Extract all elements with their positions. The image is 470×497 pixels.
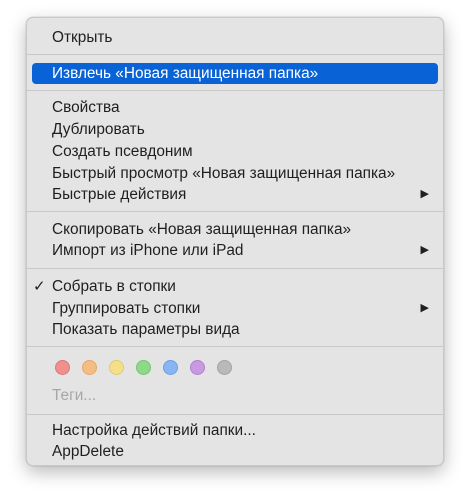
menu-item-copy[interactable]: Скопировать «Новая защищенная папка» [27,219,443,240]
menu-separator [27,268,443,269]
menu-item-label: Настройка действий папки... [52,422,256,439]
submenu-arrow-icon: ▶ [420,188,429,200]
tag-green-icon[interactable] [136,360,151,375]
menu-separator [27,211,443,212]
menu-item-eject[interactable]: Извлечь «Новая защищенная папка» [32,63,438,84]
menu-item-group-stacks[interactable]: Группировать стопки ▶ [27,298,443,319]
tag-red-icon[interactable] [55,360,70,375]
menu-item-properties[interactable]: Свойства [27,97,443,118]
menu-item-label: Создать псевдоним [52,143,193,160]
menu-separator [27,54,443,55]
menu-item-quick-actions[interactable]: Быстрые действия ▶ [27,184,443,205]
context-menu: Открыть Извлечь «Новая защищенная папка»… [26,17,444,466]
menu-item-show-view-options[interactable]: Показать параметры вида [27,319,443,340]
menu-item-label: Извлечь «Новая защищенная папка» [52,65,319,82]
menu-item-label: Свойства [52,99,120,116]
menu-separator [27,346,443,347]
menu-item-label: Группировать стопки [52,300,201,317]
checkmark-icon: ✓ [33,278,46,295]
menu-separator [27,90,443,91]
tag-blue-icon[interactable] [163,360,178,375]
menu-item-tags: Теги... [27,385,443,406]
menu-item-quick-look[interactable]: Быстрый просмотр «Новая защищенная папка… [27,163,443,184]
menu-item-label: AppDelete [52,443,124,460]
tag-gray-icon[interactable] [217,360,232,375]
menu-item-open[interactable]: Открыть [27,27,443,48]
menu-item-appdelete[interactable]: AppDelete [27,441,443,462]
menu-item-label: Дублировать [52,121,145,138]
menu-separator [27,414,443,415]
menu-item-label: Скопировать «Новая защищенная папка» [52,221,352,238]
submenu-arrow-icon: ▶ [420,302,429,314]
menu-item-label: Собрать в стопки [52,278,176,295]
menu-item-make-alias[interactable]: Создать псевдоним [27,141,443,162]
menu-item-label: Открыть [52,29,113,46]
menu-item-import[interactable]: Импорт из iPhone или iPad ▶ [27,240,443,261]
menu-item-label: Теги... [52,387,97,404]
menu-item-label: Импорт из iPhone или iPad [52,242,244,259]
menu-item-label: Быстрые действия [52,186,187,203]
menu-item-label: Быстрый просмотр «Новая защищенная папка… [52,165,396,182]
tag-yellow-icon[interactable] [109,360,124,375]
menu-item-use-stacks[interactable]: ✓ Собрать в стопки [27,276,443,297]
submenu-arrow-icon: ▶ [420,244,429,256]
tag-orange-icon[interactable] [82,360,97,375]
tag-purple-icon[interactable] [190,360,205,375]
menu-item-folder-actions[interactable]: Настройка действий папки... [27,420,443,441]
menu-item-label: Показать параметры вида [52,321,240,338]
menu-item-duplicate[interactable]: Дублировать [27,119,443,140]
